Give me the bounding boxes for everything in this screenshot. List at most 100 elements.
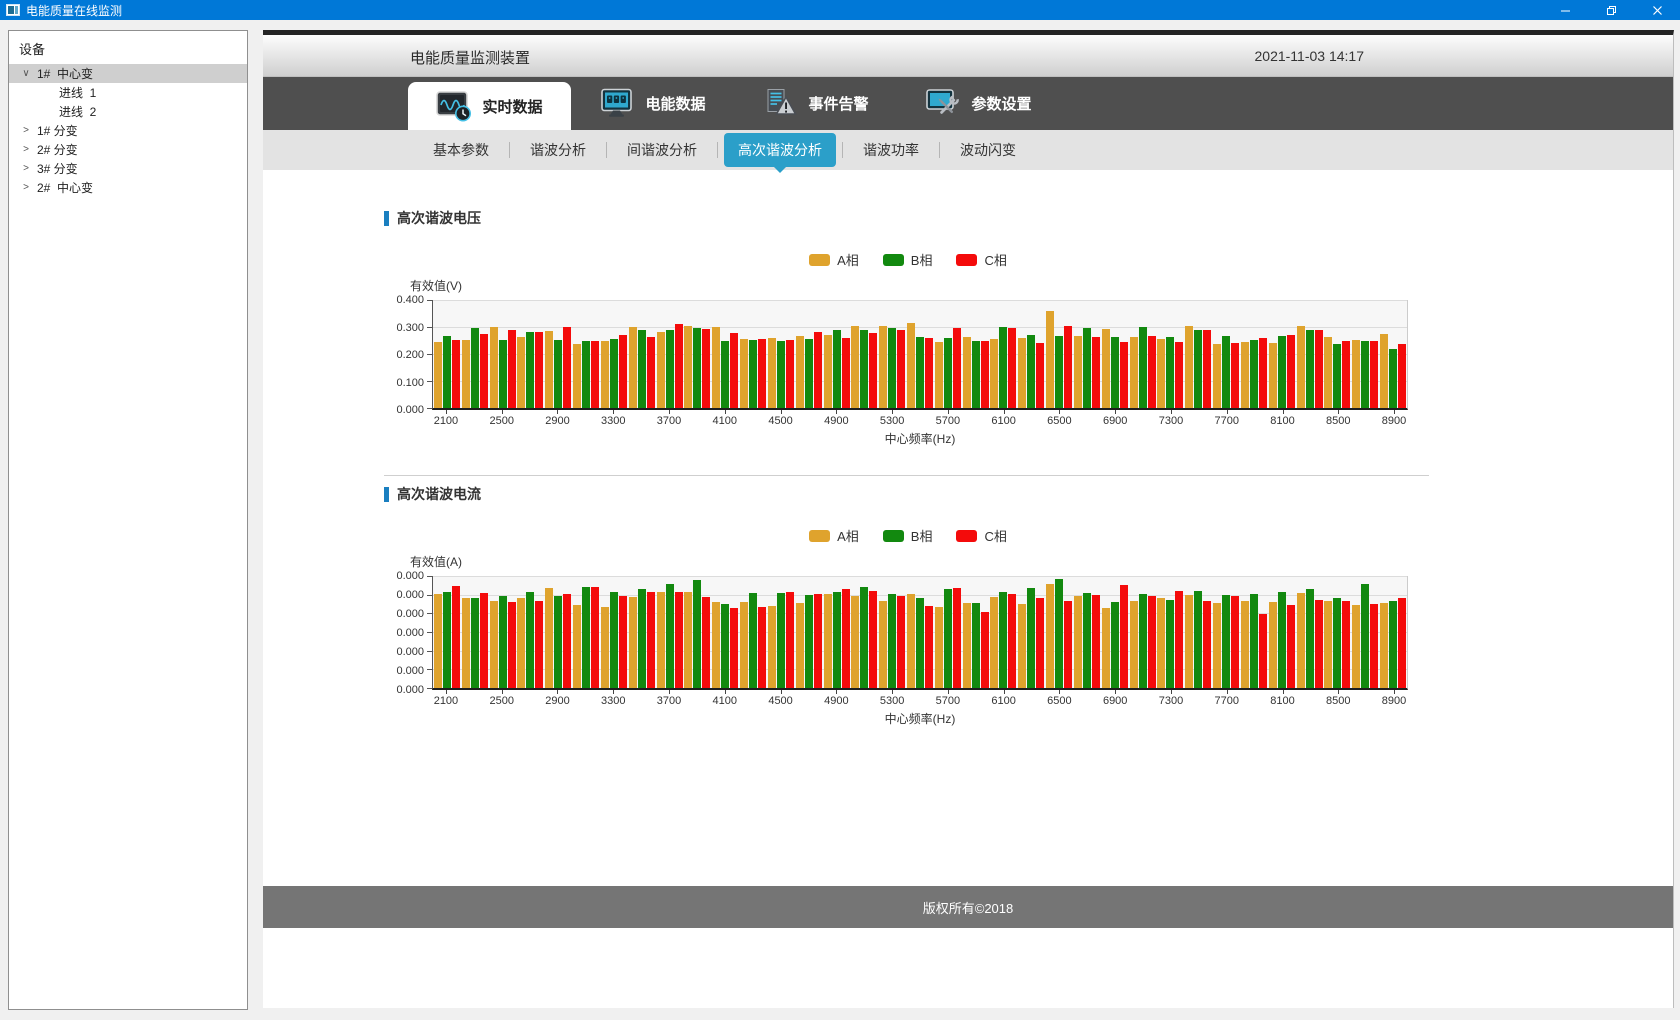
bar-group bbox=[544, 576, 572, 688]
bar bbox=[499, 596, 507, 688]
bar bbox=[499, 340, 507, 408]
bar-group bbox=[1129, 300, 1157, 408]
bar bbox=[730, 608, 738, 688]
x-tick-label: 4900 bbox=[824, 695, 848, 707]
y-tick-label: 0.200 bbox=[382, 349, 424, 361]
bar bbox=[1175, 591, 1183, 688]
sidebar-item[interactable]: 进线 1 bbox=[9, 83, 247, 102]
bar-group bbox=[711, 576, 739, 688]
close-icon bbox=[1652, 5, 1663, 16]
bar-group bbox=[461, 300, 489, 408]
sidebar-item[interactable]: >2# 中心变 bbox=[9, 178, 247, 197]
bar-group bbox=[1268, 300, 1296, 408]
bar bbox=[1102, 608, 1110, 688]
bar-group bbox=[878, 576, 906, 688]
x-tick-label: 2500 bbox=[489, 415, 513, 427]
bar bbox=[666, 584, 674, 688]
bar bbox=[1148, 336, 1156, 408]
legend-swatch bbox=[809, 530, 830, 542]
bar bbox=[1269, 602, 1277, 688]
bar-group bbox=[1073, 300, 1101, 408]
section-title-text: 高次谐波电流 bbox=[397, 484, 481, 504]
bar bbox=[1074, 596, 1082, 688]
bar bbox=[554, 340, 562, 408]
bar bbox=[712, 602, 720, 688]
bar bbox=[888, 594, 896, 688]
bar bbox=[953, 588, 961, 688]
bar-group bbox=[1296, 300, 1324, 408]
bar bbox=[796, 336, 804, 408]
close-button[interactable] bbox=[1634, 0, 1680, 20]
bar bbox=[1324, 337, 1332, 408]
sidebar-item-label: 2# 中心变 bbox=[33, 179, 93, 196]
subtab-5[interactable]: 波动闪变 bbox=[946, 133, 1030, 167]
bar bbox=[610, 592, 618, 688]
tab-settings[interactable]: 参数设置 bbox=[897, 77, 1060, 130]
chevron-right-icon[interactable]: > bbox=[19, 125, 33, 136]
sidebar-item[interactable]: ∨1# 中心变 bbox=[9, 64, 247, 83]
bar bbox=[879, 326, 887, 408]
bar bbox=[675, 324, 683, 408]
datetime-label: 2021-11-03 14:17 bbox=[1255, 48, 1365, 64]
bar bbox=[1287, 335, 1295, 408]
bar bbox=[1166, 337, 1174, 408]
subtab-0[interactable]: 基本参数 bbox=[419, 133, 503, 167]
x-tick-label: 4900 bbox=[824, 415, 848, 427]
bar-group bbox=[461, 576, 489, 688]
tab-event-alarm[interactable]: 事件告警 bbox=[734, 77, 897, 130]
bar bbox=[619, 335, 627, 408]
sidebar-item[interactable]: 进线 2 bbox=[9, 102, 247, 121]
tab-active-realtime-data[interactable]: 实时数据 bbox=[408, 82, 571, 130]
x-tick-label: 4100 bbox=[713, 695, 737, 707]
sidebar-item-label: 1# 分变 bbox=[33, 122, 78, 139]
bar bbox=[1259, 338, 1267, 408]
x-tick-label: 3700 bbox=[657, 695, 681, 707]
chevron-right-icon[interactable]: > bbox=[19, 182, 33, 193]
bar bbox=[563, 594, 571, 688]
x-tick-label: 8500 bbox=[1326, 695, 1350, 707]
legend-label: B相 bbox=[911, 250, 933, 269]
bar bbox=[526, 332, 534, 408]
bar bbox=[768, 606, 776, 688]
chevron-right-icon[interactable]: > bbox=[19, 163, 33, 174]
bar bbox=[591, 587, 599, 688]
bar bbox=[1157, 339, 1165, 408]
sidebar-item[interactable]: >1# 分变 bbox=[9, 121, 247, 140]
x-tick-label: 8900 bbox=[1382, 415, 1406, 427]
chevron-right-icon[interactable]: > bbox=[19, 144, 33, 155]
subtab-1[interactable]: 谐波分析 bbox=[516, 133, 600, 167]
bar-group bbox=[433, 300, 461, 408]
subtab-3[interactable]: 高次谐波分析 bbox=[724, 133, 836, 167]
subtab-4[interactable]: 谐波功率 bbox=[849, 133, 933, 167]
current-chart: 0.0000.0000.0000.0000.0000.0000.000 2100… bbox=[432, 576, 1432, 727]
legend-label: A相 bbox=[837, 250, 859, 269]
bar bbox=[1259, 614, 1267, 688]
bar-group bbox=[489, 576, 517, 688]
minimize-button[interactable] bbox=[1542, 0, 1588, 20]
sidebar-item[interactable]: >2# 分变 bbox=[9, 140, 247, 159]
bar bbox=[657, 592, 665, 688]
chevron-down-icon[interactable]: ∨ bbox=[19, 68, 33, 79]
copyright-footer: 版权所有©2018 bbox=[263, 886, 1673, 928]
y-tick-label: 0.000 bbox=[382, 646, 424, 658]
x-tick-label: 8100 bbox=[1270, 695, 1294, 707]
bar-group bbox=[990, 300, 1018, 408]
tab-energy-data[interactable]: 电能数据 bbox=[571, 77, 734, 130]
x-tick-label: 4500 bbox=[768, 695, 792, 707]
bar bbox=[990, 597, 998, 688]
restore-button[interactable] bbox=[1588, 0, 1634, 20]
tab-label: 电能数据 bbox=[645, 93, 705, 114]
bar bbox=[517, 598, 525, 688]
copyright-text: 版权所有©2018 bbox=[923, 898, 1014, 917]
subtab-2[interactable]: 间谐波分析 bbox=[613, 133, 711, 167]
y-axis-label: 有效值(A) bbox=[410, 553, 1673, 570]
bar bbox=[740, 602, 748, 688]
bar-group bbox=[1212, 576, 1240, 688]
bar bbox=[638, 589, 646, 688]
bar bbox=[582, 587, 590, 688]
bar bbox=[1324, 601, 1332, 688]
x-tick-label: 7300 bbox=[1159, 415, 1183, 427]
main-tab-bar: 实时数据 电能数据 事件告警参数设置 bbox=[263, 77, 1673, 130]
bar bbox=[999, 592, 1007, 688]
sidebar-item[interactable]: >3# 分变 bbox=[9, 159, 247, 178]
